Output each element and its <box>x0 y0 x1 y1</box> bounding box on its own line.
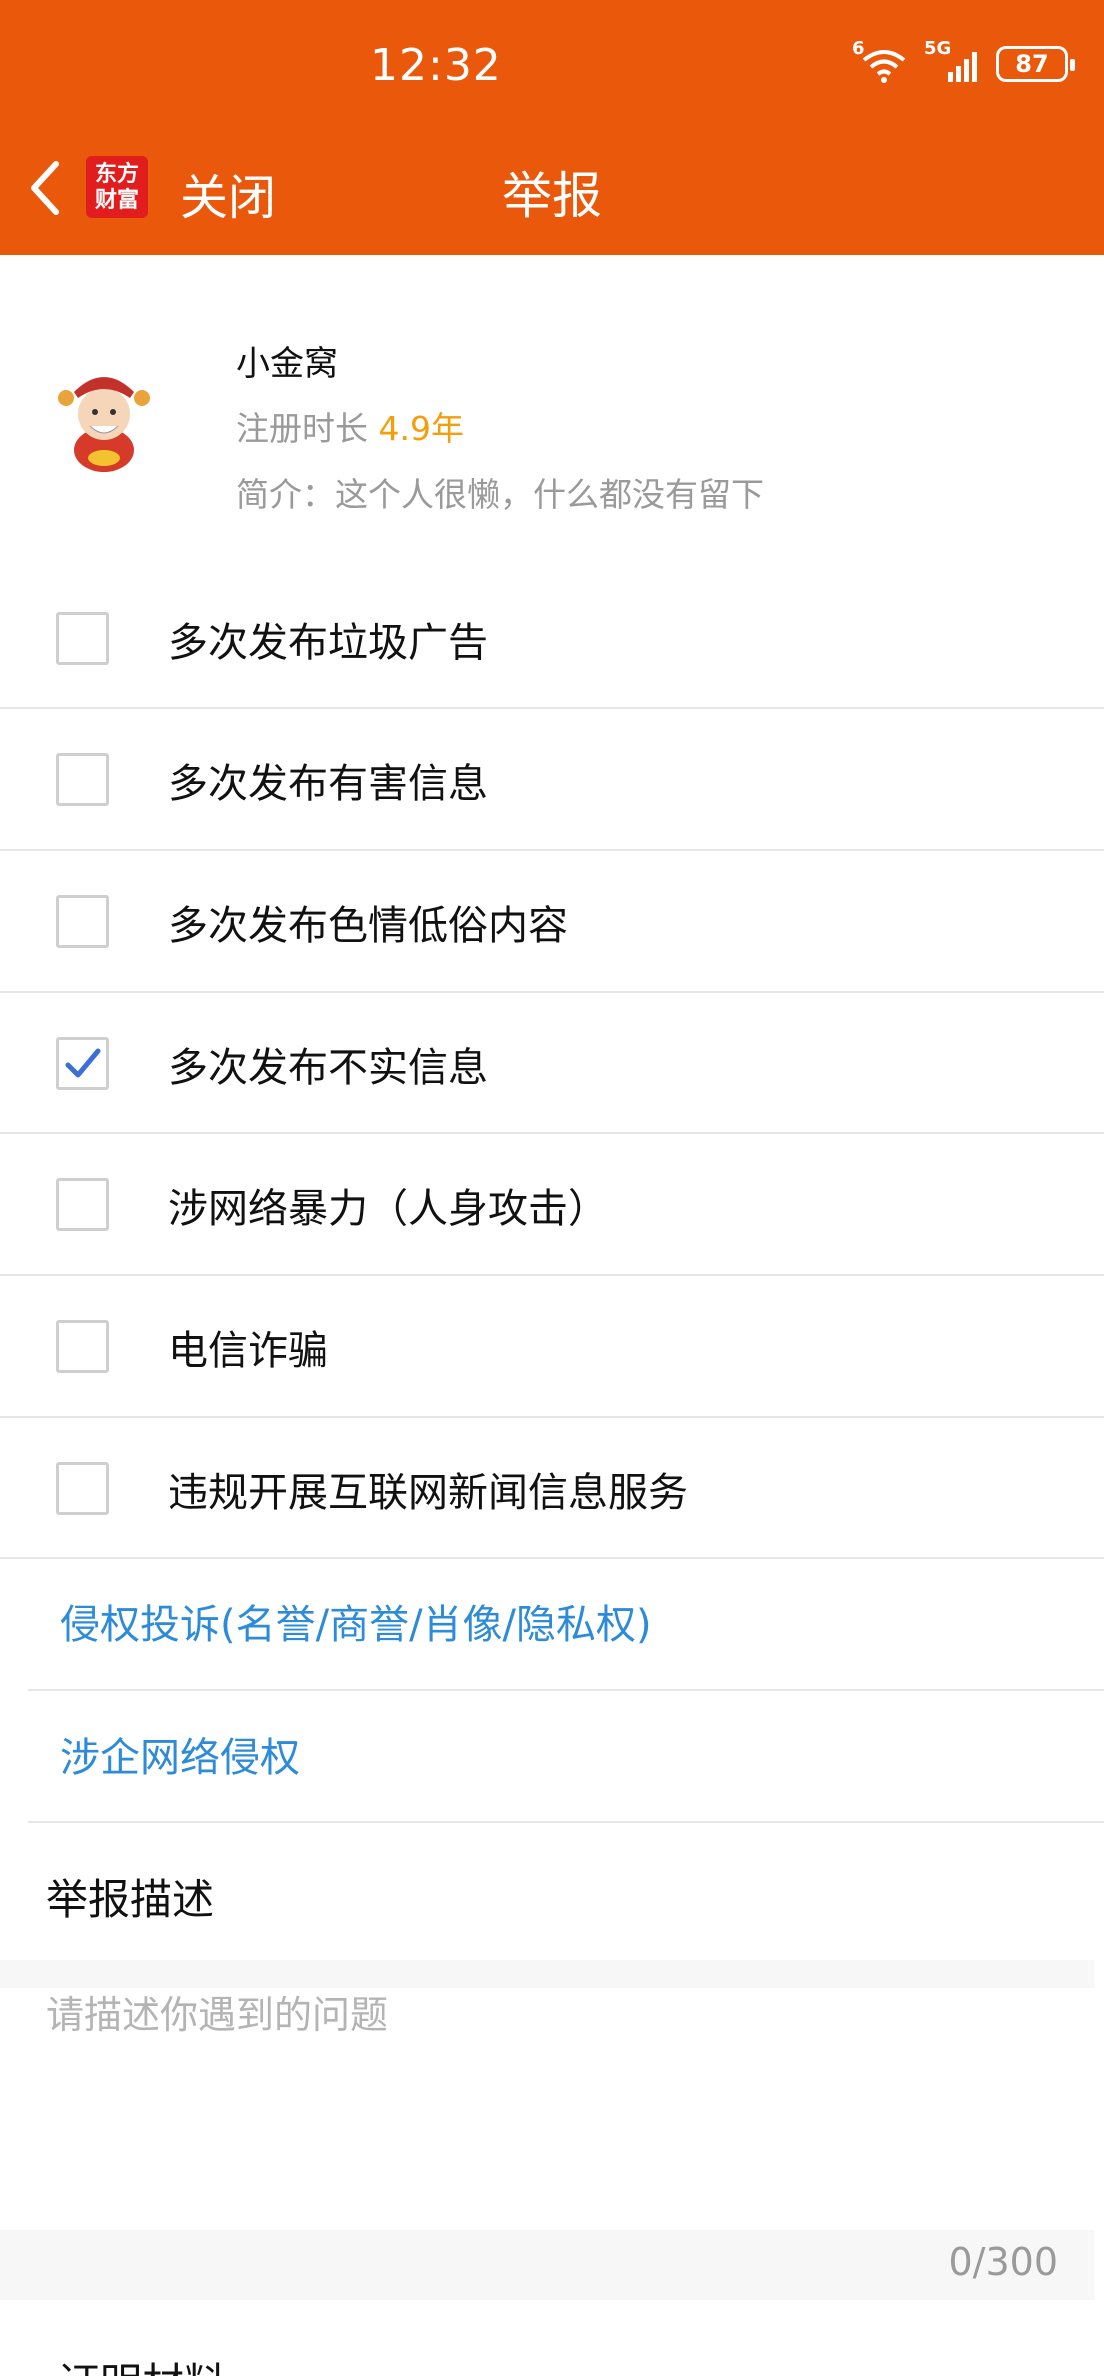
description-placeholder: 请描述你遇到的问题 <box>46 1993 389 2037</box>
evidence-title: 证明材料 <box>58 2350 226 2376</box>
counter-bar <box>0 2230 1094 2300</box>
checkbox[interactable] <box>56 1320 109 1373</box>
registration-duration: 注册时长 4.9年 <box>236 409 464 448</box>
app-header: 12:32 6 5G 87 东方 财富 关闭 举报 <box>0 0 1104 255</box>
checkbox[interactable] <box>56 753 109 806</box>
option-label: 多次发布不实信息 <box>168 1044 488 1091</box>
report-option[interactable]: 多次发布色情低俗内容 <box>0 851 1104 992</box>
option-label: 多次发布有害信息 <box>168 760 488 807</box>
description-title: 举报描述 <box>46 1875 215 1924</box>
checkbox[interactable] <box>56 612 109 665</box>
report-option[interactable]: 涉网络暴力（人身攻击） <box>0 1134 1104 1275</box>
character-counter: 0/300 <box>948 2240 1058 2284</box>
checkmark-icon <box>65 1048 101 1078</box>
report-option[interactable]: 多次发布垃圾广告 <box>0 568 1104 709</box>
option-label: 违规开展互联网新闻信息服务 <box>168 1469 688 1516</box>
checkbox[interactable] <box>56 1462 109 1515</box>
report-option[interactable]: 多次发布不实信息 <box>0 993 1104 1134</box>
status-icons: 6 5G 87 <box>852 38 1075 84</box>
report-option[interactable]: 电信诈骗 <box>0 1276 1104 1417</box>
checkbox[interactable] <box>56 1037 109 1090</box>
report-option[interactable]: 多次发布有害信息 <box>0 709 1104 850</box>
divider <box>28 1689 1104 1691</box>
option-label: 涉网络暴力（人身攻击） <box>168 1185 608 1232</box>
report-option[interactable]: 违规开展互联网新闻信息服务 <box>0 1418 1104 1559</box>
divider <box>0 1557 1104 1559</box>
user-name: 小金窝 <box>236 344 338 384</box>
cellular-signal-icon: 5G <box>924 38 984 84</box>
divider <box>28 1821 1104 1823</box>
status-time: 12:32 <box>370 40 502 91</box>
enterprise-infringement-link[interactable]: 涉企网络侵权 <box>60 1725 300 1783</box>
option-label: 电信诈骗 <box>168 1327 328 1374</box>
infringement-complaint-link[interactable]: 侵权投诉(名誉/商誉/肖像/隐私权) <box>60 1592 652 1650</box>
page-title: 举报 <box>502 167 602 225</box>
wifi-icon: 6 <box>852 38 912 84</box>
checkbox[interactable] <box>56 1178 109 1231</box>
battery-icon: 87 <box>996 46 1075 82</box>
option-label: 多次发布色情低俗内容 <box>168 902 568 949</box>
avatar <box>52 362 156 474</box>
user-bio: 简介：这个人很懒，什么都没有留下 <box>236 475 764 514</box>
checkbox[interactable] <box>56 895 109 948</box>
option-label: 多次发布垃圾广告 <box>168 619 488 666</box>
